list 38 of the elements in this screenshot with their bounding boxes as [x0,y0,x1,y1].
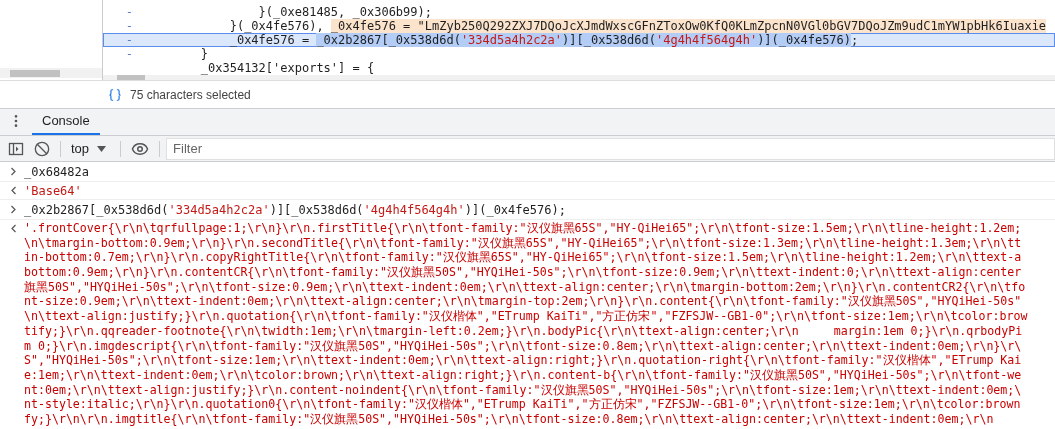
diff-marker: - [125,33,133,47]
output-line: 旗黑50S","HYQiHei-50s";\r\n\tfont-size:0.9em;\r\n\ttext-indent:0em;\r\n\ttext-align:center;\r\n\tmargin-bottom:2em;\r\n}\r\n.contentCR2{\r\n\tfo [24,279,1026,295]
sidebar-icon[interactable] [8,140,24,157]
output-line: in-bottom:0.7em;\r\n}\r\n.copyRightTitle{\r\n\tfont-family:"汉仪旗黑65S","HY-QiHei65";\r\n\tfont-size:1.5em;\r\n\tline-height:1.2em;\r\n\ttext-a [24,250,1022,266]
input-text: _0x2b2867[_0x538d6d('334d5a4h2c2a')][_0x538d6d('4g4h4f564g4h')](_0x4fe576); [24,201,566,219]
output-line: nt:0em;\r\n\ttext-align:justify;}\r\n.content-noindent{\r\n\tfont-family:"汉仪旗黑50S","HYQiHei-50s";\r\n\tfont-size:1em;\r\n\ttext-indent:0em;\ [24,382,1022,398]
braces-icon[interactable] [108,87,122,102]
output-line: m 0;}\r\n.imgdescript{\r\n\tfont-family:"汉仪旗黑50S","HYQiHei-50s";\r\n\tfont-size:0.8em;\r\n\ttext-align:center;\r\n\ttext-indent:0em;\r\n}\r\ [24,338,1022,354]
output-line: tify;}\r\n.qqreader-footnote{\r\n\twidth:1em;\r\n\tmargin-left:0.2em;}\r\n.bodyPic{\r\n\ttext-align:center;\r\n margin:1em 0;}\r\n.qrbodyPi [24,323,1023,339]
caret-icon [97,145,107,152]
output-line: \n\ttext-align:justify;}\r\n.quotation{\r\n\tfont-family:"汉仪楷体","ETrump KaiTi","方正仿宋","FZFSJW--GB1-0";\r\n\tfont-size:1em;\r\n\tcolor:brow [24,309,1028,324]
output-line: e:1em;\r\n\ttext-indent:0em;\r\n\tcolor:brown;\r\n\ttext-align:right;}\r\n.content-b{\r\n\tfont-family:"汉仪旗黑50S","HYQiHei-50s";\r\n\tfont-we [24,367,1022,383]
output-line: nt-style:italic;\r\n}\r\n.quotation0{\r\n\tfont-family:"汉仪楷体","ETrump KaiTi","方正仿宋","FZFSJW--GB1-0";\r\n\tfont-size:1em;\r\n\tcolor:brown [24,397,1021,412]
code-line: } [199,46,209,62]
code-line: _0x354132['exports'] = { [199,60,375,77]
clear-icon[interactable] [34,140,50,157]
output-line: fy;}\r\n\r\n.imgtitle{\r\n\tfont-family:"汉仪旗黑50S","HYQiHei-50s";\r\n\tfont-size:0.8em;\r\n\ttext-align:center;\r\n\ttext-indent:0em;\r\n [24,411,994,427]
result-icon [10,224,17,233]
result-text: 'Base64' [24,182,82,200]
output-line: bottom:0.9em;\r\n}\r\n.contentCR{\r\n\tfont-family:"汉仪旗黑50S","HYQiHei-50s";\r\n\tfont-size:0.9em;\r\n\ttext-indent:0;\r\n\ttext-align:center [24,265,1022,280]
code-line: _0x4fe576 = _0x2b2867[_0x538d6d('334d5a4h2c2a')][_0x538d6d('4g4h4f564g4h')](_0x4fe576); [228,33,859,49]
output-line: nt-size:0.9em;\r\n\ttext-indent:0em;\r\n\ttext-align:center;\r\n\tmargin-top:2em;\r\n}\r\n.content{\r\n\tfont-family:"汉仪旗黑50S","HYQiHei-50s" [24,294,1022,310]
output-line: S","HYQiHei-50s";\r\n\tfont-size:1em;\r\n\ttext-indent:0em;\r\n\ttext-align:right;}\r\n.quotation-right{\r\n\tfont-family:"汉仪楷体","ETrump Kai [24,353,1022,368]
prompt-icon [10,167,17,176]
input-text: _0x68482a [24,163,90,181]
diff-marker: - [125,19,133,33]
output-line: \n\tmargin-bottom:0.9em;\r\n}\r\n.secondTitle{\r\n\tfont-family:"汉仪旗黑65S","HY-QiHei65";\r\n\tfont-size:1.3em;\r\n\tline-height:1.3em;\r\n\tt [24,235,1022,251]
code-line: }(_0xe81485, _0x306b99); [257,4,432,20]
diff-marker: - [125,5,133,19]
diff-marker: - [125,47,133,61]
horizontal-scrollbar[interactable] [0,68,102,78]
prompt-icon [10,205,17,214]
horizontal-scrollbar[interactable] [103,75,1055,80]
filter-field[interactable]: Filter [166,137,1055,160]
context-dropdown[interactable]: top [67,138,111,159]
result-icon [10,186,17,195]
selection-status: 75 characters selected [130,86,251,104]
output-line: '.frontCover{\r\n\tqrfullpage:1;\r\n}\r\n.firstTitle{\r\n\tfont-family:"汉仪旗黑65S","HY-QiHei65";\r\n\tfont-size:1.5em;\r\n\tline-height:1.2em; [24,221,1022,236]
